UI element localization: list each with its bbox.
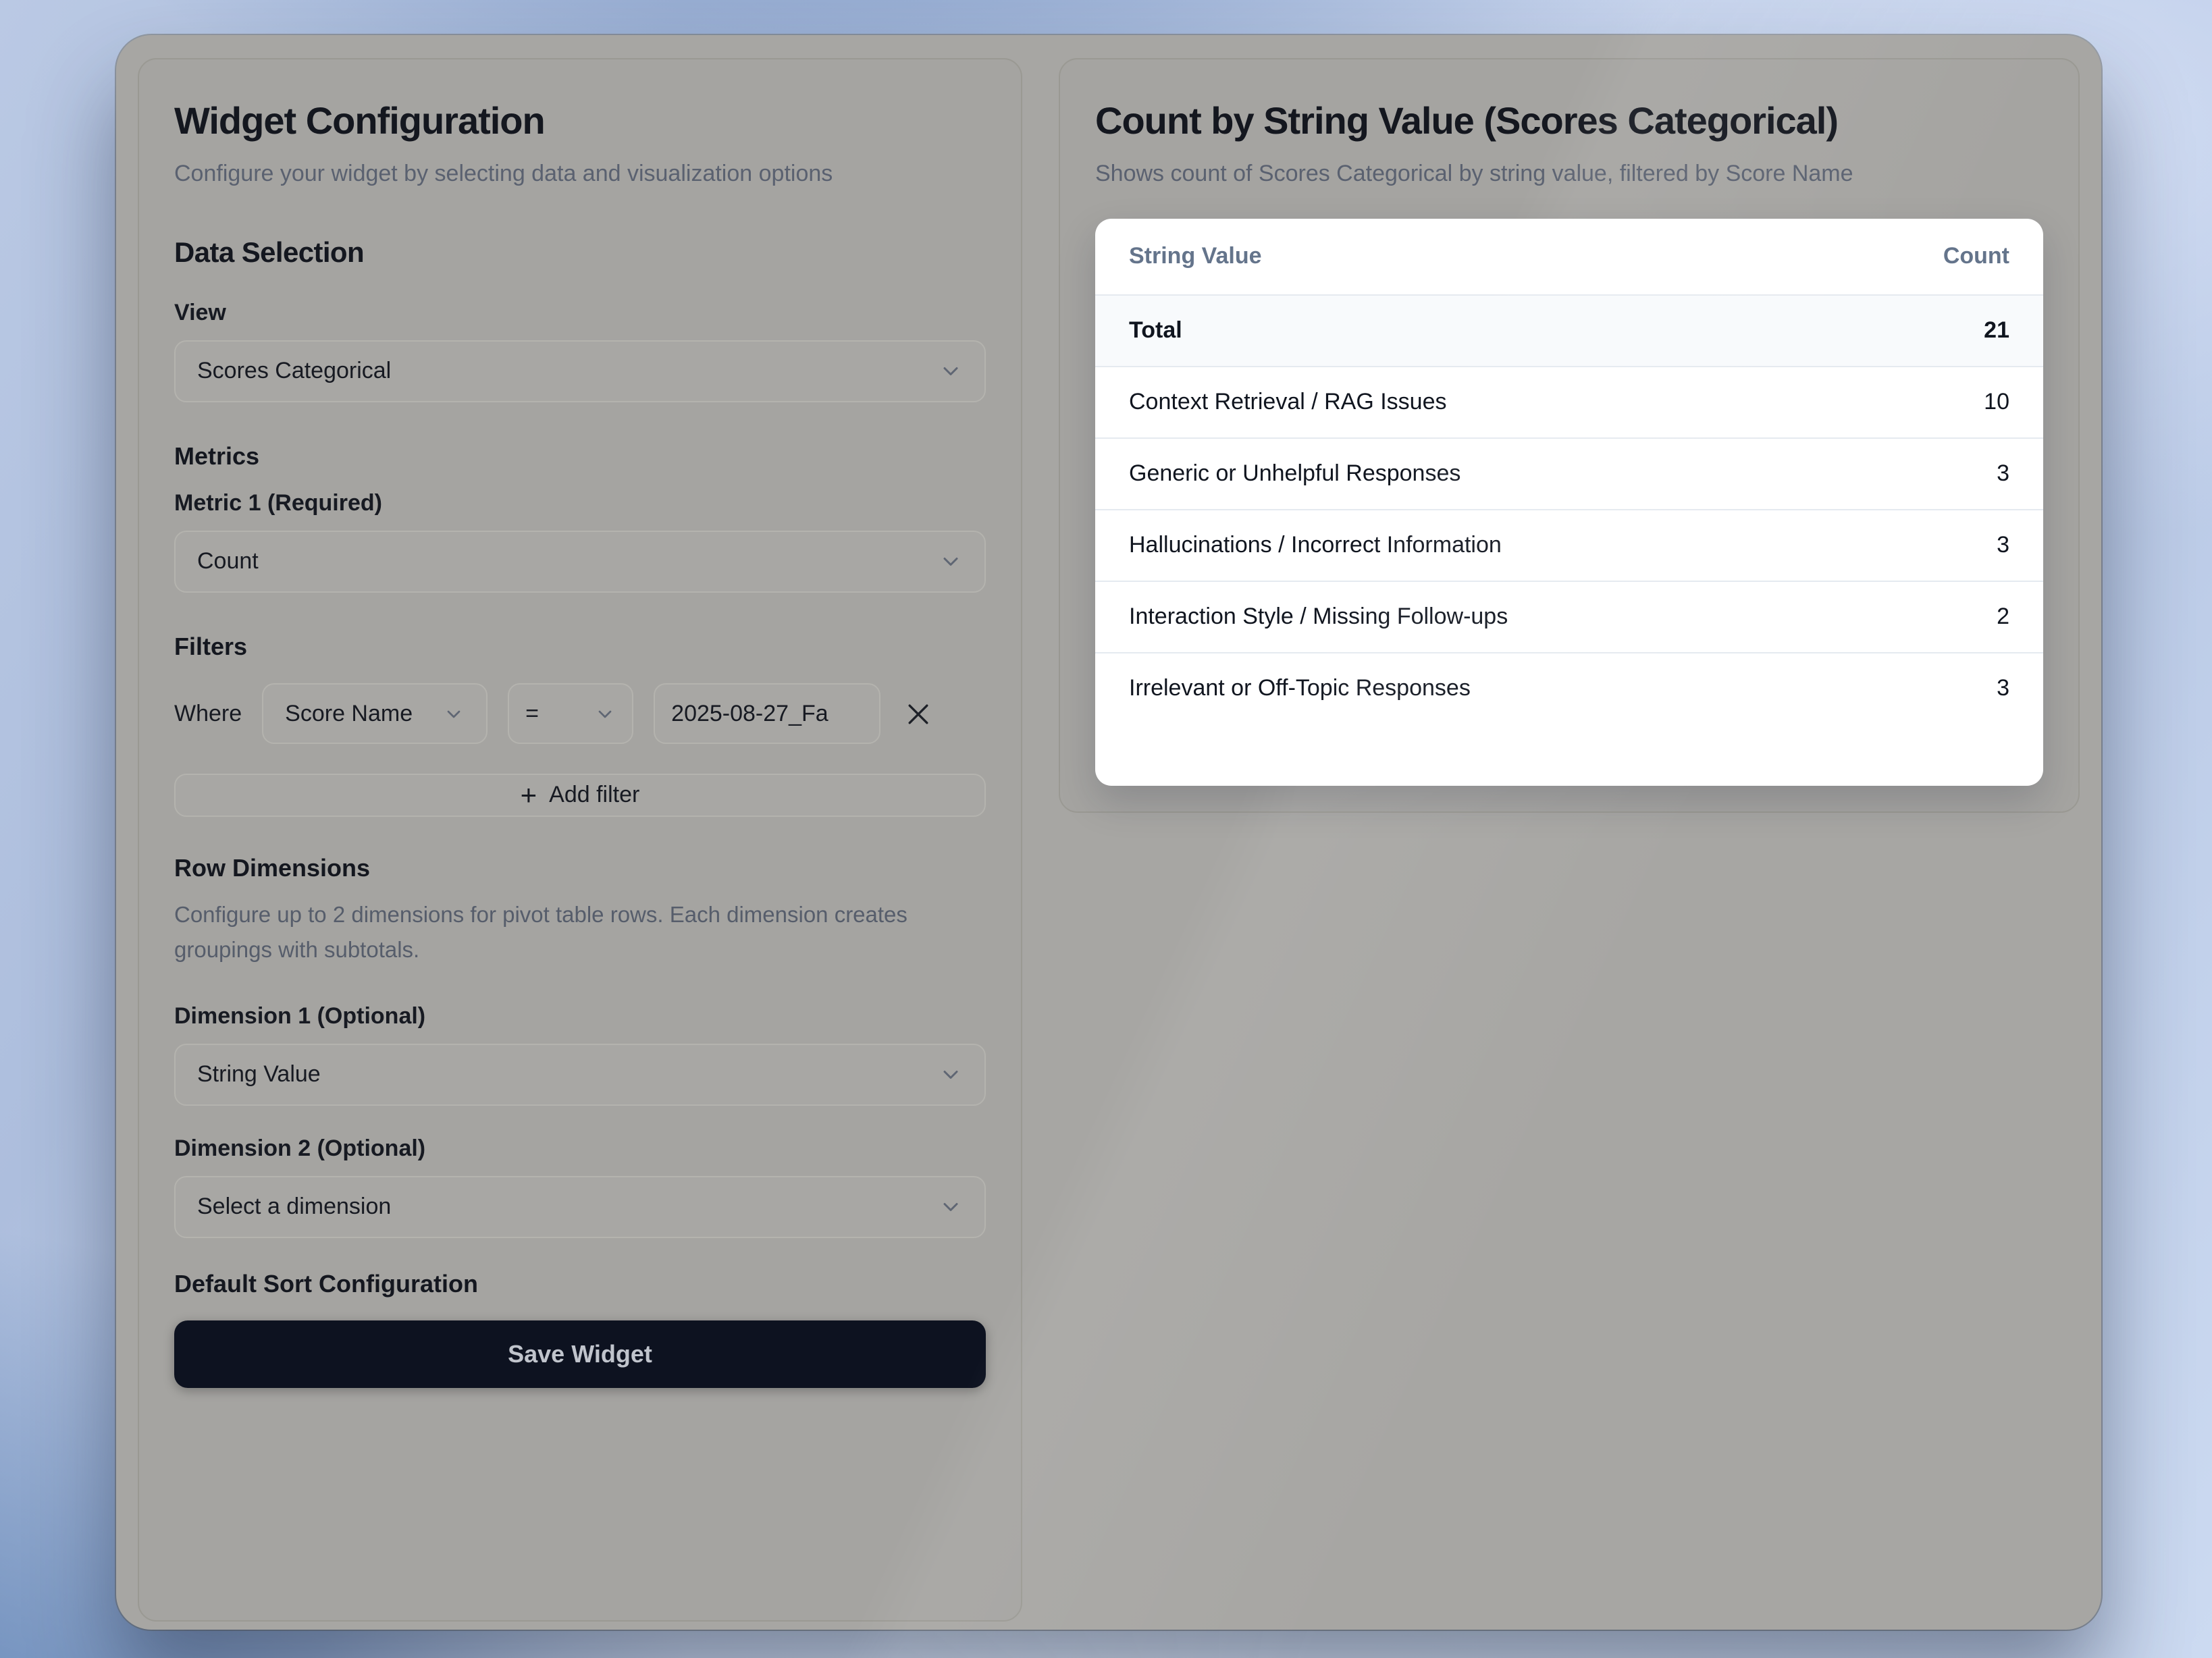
filters-heading: Filters	[174, 634, 986, 662]
add-filter-button[interactable]: + Add filter	[174, 774, 986, 818]
widget-configuration-panel: Widget Configuration Configure your widg…	[138, 58, 1022, 1622]
row-label: Irrelevant or Off-Topic Responses	[1129, 676, 1471, 703]
filter-field-select[interactable]: Score Name	[262, 684, 488, 745]
plus-icon: +	[521, 782, 537, 810]
table-row: Generic or Unhelpful Responses 3	[1095, 438, 2043, 510]
filter-value-text: 2025-08-27_Fa	[671, 701, 828, 728]
row-value: 3	[1997, 533, 2009, 560]
filter-where-label: Where	[174, 701, 242, 728]
data-selection-heading: Data Selection	[174, 238, 986, 271]
page-title: Widget Configuration	[174, 100, 986, 143]
table-row: Interaction Style / Missing Follow-ups 2	[1095, 581, 2043, 653]
row-value: 10	[1984, 390, 2009, 417]
row-label: Generic or Unhelpful Responses	[1129, 461, 1460, 488]
column-header-count: Count	[1943, 244, 2009, 271]
view-select-value: Scores Categorical	[197, 358, 391, 385]
total-label: Total	[1129, 318, 1182, 345]
screen: Widget Configuration Configure your widg…	[0, 0, 2212, 1658]
metrics-heading: Metrics	[174, 444, 986, 472]
metric1-select[interactable]: Count	[174, 531, 986, 593]
remove-filter-button[interactable]	[901, 697, 936, 732]
widget-preview-panel: Count by String Value (Scores Categorica…	[1059, 58, 2080, 813]
close-icon	[903, 699, 933, 729]
table-row: Irrelevant or Off-Topic Responses 3	[1095, 653, 2043, 724]
metric1-select-value: Count	[197, 549, 259, 576]
chevron-down-icon	[443, 703, 465, 725]
dimension2-label: Dimension 2 (Optional)	[174, 1136, 986, 1163]
row-dimensions-heading: Row Dimensions	[174, 855, 986, 884]
table-row: Context Retrieval / RAG Issues 10	[1095, 367, 2043, 438]
table-row: Hallucinations / Incorrect Information 3	[1095, 510, 2043, 581]
column-header-string-value: String Value	[1129, 244, 1262, 271]
row-dimensions-help: Configure up to 2 dimensions for pivot t…	[174, 900, 978, 969]
preview-subtitle: Shows count of Scores Categorical by str…	[1095, 157, 2043, 192]
table-total-row: Total 21	[1095, 295, 2043, 367]
filter-row: Where Score Name = 2025-08-27_Fa	[174, 684, 986, 745]
total-value: 21	[1984, 318, 2009, 345]
widget-configuration-dialog: Widget Configuration Configure your widg…	[116, 35, 2101, 1630]
view-select[interactable]: Scores Categorical	[174, 341, 986, 403]
dimension1-select-value: String Value	[197, 1062, 321, 1089]
chevron-down-icon	[939, 1196, 963, 1220]
filter-operator-value: =	[525, 701, 539, 728]
default-sort-heading: Default Sort Configuration	[174, 1271, 986, 1300]
metric1-label: Metric 1 (Required)	[174, 491, 986, 518]
filter-field-value: Score Name	[285, 701, 413, 728]
row-label: Context Retrieval / RAG Issues	[1129, 390, 1447, 417]
dimension2-select-value: Select a dimension	[197, 1194, 391, 1221]
row-value: 2	[1997, 604, 2009, 631]
filter-value-input[interactable]: 2025-08-27_Fa	[654, 684, 880, 745]
save-widget-button[interactable]: Save Widget	[174, 1321, 986, 1389]
dimension1-select[interactable]: String Value	[174, 1044, 986, 1106]
dimension2-select[interactable]: Select a dimension	[174, 1177, 986, 1239]
dimension1-label: Dimension 1 (Optional)	[174, 1004, 986, 1031]
chevron-down-icon	[939, 1063, 963, 1088]
row-value: 3	[1997, 461, 2009, 488]
row-value: 3	[1997, 676, 2009, 703]
chevron-down-icon	[939, 550, 963, 574]
chevron-down-icon	[594, 703, 616, 725]
table-header-row: String Value Count	[1095, 219, 2043, 295]
page-subtitle: Configure your widget by selecting data …	[174, 157, 856, 192]
view-label: View	[174, 300, 986, 327]
chevron-down-icon	[939, 360, 963, 384]
row-label: Hallucinations / Incorrect Information	[1129, 533, 1502, 560]
add-filter-label: Add filter	[549, 782, 639, 809]
filter-operator-select[interactable]: =	[508, 684, 633, 745]
pivot-table-card: String Value Count Total 21 Context Retr…	[1095, 219, 2043, 786]
row-label: Interaction Style / Missing Follow-ups	[1129, 604, 1508, 631]
preview-title: Count by String Value (Scores Categorica…	[1095, 100, 2043, 143]
